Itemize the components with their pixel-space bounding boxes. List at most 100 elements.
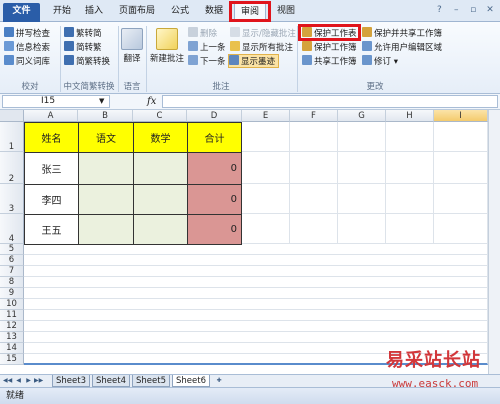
cell-total[interactable]: 0 — [187, 184, 242, 215]
grid-row[interactable] — [24, 288, 488, 299]
cell[interactable] — [338, 184, 386, 214]
header-cell-math[interactable]: 数学 — [133, 122, 188, 153]
row-header-15[interactable]: 15 — [0, 354, 24, 365]
cell[interactable] — [386, 214, 434, 244]
row-header-8[interactable]: 8 — [0, 277, 24, 288]
cell-math[interactable] — [133, 214, 188, 245]
help-icon[interactable]: ? — [433, 4, 445, 16]
cell[interactable] — [290, 184, 338, 214]
sheet-tab-sheet5[interactable]: Sheet5 — [132, 375, 170, 387]
research-button[interactable]: 信息检索 — [4, 41, 50, 53]
show-hide-comment-button[interactable]: 显示/隐藏批注 — [230, 27, 296, 39]
row-header-14[interactable]: 14 — [0, 343, 24, 354]
show-all-comments-button[interactable]: 显示所有批注 — [230, 41, 293, 53]
protect-share-workbook-button[interactable]: 保护并共享工作簿 — [362, 27, 442, 39]
row-header-5[interactable]: 5 — [0, 244, 24, 255]
grid-row[interactable] — [24, 299, 488, 310]
cell-chinese[interactable] — [78, 214, 134, 245]
cell[interactable] — [434, 214, 488, 244]
sheet-tab-sheet6[interactable]: Sheet6 — [172, 375, 210, 387]
cell[interactable] — [434, 122, 488, 152]
cell[interactable] — [242, 214, 290, 244]
tab-file[interactable]: 文件 — [3, 3, 40, 22]
column-header-h[interactable]: H — [386, 110, 434, 122]
tab-home[interactable]: 开始 — [48, 3, 76, 22]
chevron-down-icon[interactable]: ▼ — [99, 95, 104, 108]
vertical-scrollbar[interactable] — [488, 110, 500, 374]
tab-data[interactable]: 数据 — [200, 3, 228, 22]
show-ink-button[interactable]: 显示墨迹 — [228, 54, 280, 68]
grid-row[interactable] — [24, 310, 488, 321]
next-comment-button[interactable]: 下一条 — [188, 55, 226, 67]
sheet-tab-sheet4[interactable]: Sheet4 — [92, 375, 130, 387]
next-sheet-icon[interactable]: ▶ — [24, 376, 33, 386]
row-header-2[interactable]: 2 — [0, 152, 24, 184]
cell[interactable] — [338, 152, 386, 184]
share-workbook-button[interactable]: 共享工作簿 — [302, 55, 357, 67]
row-header-6[interactable]: 6 — [0, 255, 24, 266]
cell[interactable] — [434, 152, 488, 184]
column-header-e[interactable]: E — [242, 110, 290, 122]
cell-total[interactable]: 0 — [187, 214, 242, 245]
last-sheet-icon[interactable]: ▶▶ — [34, 376, 43, 386]
header-cell-total[interactable]: 合计 — [187, 122, 242, 153]
row-header-13[interactable]: 13 — [0, 332, 24, 343]
row-header-9[interactable]: 9 — [0, 288, 24, 299]
name-box[interactable]: I15 — [2, 95, 110, 108]
delete-comment-button[interactable]: 删除 — [188, 27, 217, 39]
header-cell-chinese[interactable]: 语文 — [78, 122, 134, 153]
trad-to-simp-button[interactable]: 繁转简 — [64, 27, 102, 39]
cell[interactable] — [290, 214, 338, 244]
cell[interactable] — [338, 214, 386, 244]
first-sheet-icon[interactable]: ◀◀ — [3, 376, 12, 386]
allow-edit-ranges-button[interactable]: 允许用户编辑区域 — [362, 41, 442, 53]
prev-sheet-icon[interactable]: ◀ — [14, 376, 23, 386]
row-header-12[interactable]: 12 — [0, 321, 24, 332]
header-cell-name[interactable]: 姓名 — [24, 122, 79, 153]
tab-formulas[interactable]: 公式 — [166, 3, 194, 22]
cell-chinese[interactable] — [78, 152, 134, 185]
chinese-conversion-button[interactable]: 简繁转换 — [64, 55, 110, 67]
cell-name[interactable]: 李四 — [24, 184, 79, 215]
column-header-a[interactable]: A — [24, 110, 78, 122]
restore-icon[interactable]: ▫ — [467, 4, 479, 16]
cell[interactable] — [242, 184, 290, 214]
column-header-f[interactable]: F — [290, 110, 338, 122]
cell-math[interactable] — [133, 184, 188, 215]
cell-total[interactable]: 0 — [187, 152, 242, 185]
column-header-i[interactable]: I — [434, 110, 488, 122]
cell-math[interactable] — [133, 152, 188, 185]
close-icon[interactable]: ✕ — [484, 4, 496, 16]
cell-name[interactable]: 张三 — [24, 152, 79, 185]
translate-button[interactable]: 翻译 — [121, 28, 143, 64]
tab-insert[interactable]: 插入 — [80, 3, 108, 22]
grid-row[interactable] — [24, 244, 488, 255]
column-header-c[interactable]: C — [133, 110, 187, 122]
fx-icon[interactable]: fx — [147, 95, 156, 108]
insert-sheet-icon[interactable]: ✚ — [213, 376, 225, 386]
grid-row[interactable] — [24, 255, 488, 266]
column-header-d[interactable]: D — [187, 110, 242, 122]
grid-row[interactable] — [24, 321, 488, 332]
row-header-1[interactable]: 1 — [0, 122, 24, 152]
spell-check-button[interactable]: 拼写检查 — [4, 27, 50, 39]
minimize-icon[interactable]: – — [450, 4, 462, 16]
cell[interactable] — [338, 122, 386, 152]
column-header-g[interactable]: G — [338, 110, 386, 122]
cell[interactable] — [386, 184, 434, 214]
row-header-3[interactable]: 3 — [0, 184, 24, 214]
column-header-b[interactable]: B — [78, 110, 133, 122]
row-header-11[interactable]: 11 — [0, 310, 24, 321]
simp-to-trad-button[interactable]: 简转繁 — [64, 41, 102, 53]
cell-chinese[interactable] — [78, 184, 134, 215]
formula-input[interactable] — [162, 95, 498, 108]
row-header-7[interactable]: 7 — [0, 266, 24, 277]
grid-row[interactable] — [24, 277, 488, 288]
cell[interactable] — [242, 122, 290, 152]
row-header-10[interactable]: 10 — [0, 299, 24, 310]
track-changes-button[interactable]: 修订 ▾ — [362, 55, 398, 67]
cell[interactable] — [290, 122, 338, 152]
cell[interactable] — [434, 184, 488, 214]
new-comment-button[interactable]: 新建批注 — [149, 28, 185, 64]
select-all-corner[interactable] — [0, 110, 24, 122]
